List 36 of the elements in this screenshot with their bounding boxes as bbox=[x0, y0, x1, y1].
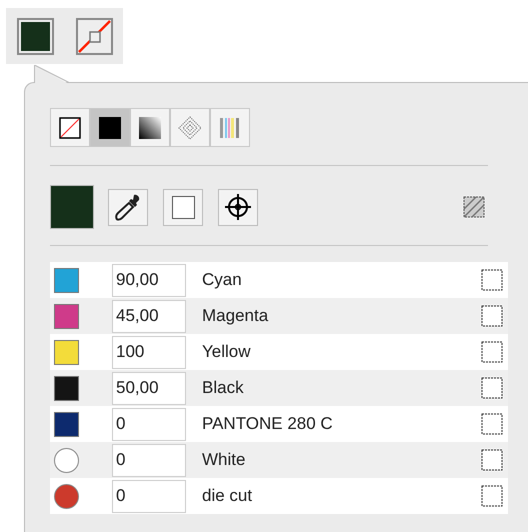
fill-type-tab[interactable] bbox=[130, 108, 170, 147]
overprint-checkbox[interactable] bbox=[480, 268, 504, 292]
tint-field[interactable]: 50,00 bbox=[112, 372, 186, 404]
tint-field[interactable]: 0 bbox=[112, 480, 186, 512]
tint-field[interactable]: 100 bbox=[112, 336, 186, 368]
current-color-swatch[interactable] bbox=[50, 185, 94, 229]
ink-name: Magenta bbox=[202, 305, 268, 328]
eyedropper-button[interactable] bbox=[108, 188, 148, 226]
ink-name: Black bbox=[202, 377, 244, 400]
gradient-fill-icon bbox=[138, 116, 162, 140]
fill-type-tab[interactable] bbox=[50, 108, 90, 147]
registration-button[interactable] bbox=[218, 188, 258, 226]
fill-color-button[interactable] bbox=[17, 18, 54, 54]
tint-field[interactable]: 90,00 bbox=[112, 264, 186, 296]
ink-name: Yellow bbox=[202, 341, 251, 364]
ink-name: die cut bbox=[202, 485, 252, 508]
overprint-checkbox[interactable] bbox=[480, 412, 504, 436]
solid-fill-icon bbox=[98, 116, 122, 140]
fill-type-tab[interactable] bbox=[90, 108, 130, 147]
ink-name: PANTONE 280 C bbox=[202, 413, 333, 436]
ink-name: Cyan bbox=[202, 269, 242, 292]
overprint-checkbox[interactable] bbox=[480, 448, 504, 472]
empty-square-button[interactable] bbox=[163, 188, 203, 226]
overprint-checkbox[interactable] bbox=[480, 484, 504, 508]
ink-name: White bbox=[202, 449, 246, 472]
pattern-fill-icon bbox=[178, 116, 202, 140]
tint-field[interactable]: 45,00 bbox=[112, 300, 186, 332]
hatched-square-icon[interactable] bbox=[462, 195, 486, 219]
no-fill-icon bbox=[58, 116, 82, 140]
tint-field[interactable]: 0 bbox=[112, 444, 186, 476]
stroke-none-button[interactable] bbox=[76, 18, 113, 54]
separations-icon bbox=[218, 116, 242, 140]
overprint-checkbox[interactable] bbox=[480, 340, 504, 364]
overprint-checkbox[interactable] bbox=[480, 376, 504, 400]
tint-field[interactable]: 0 bbox=[112, 408, 186, 440]
overprint-checkbox[interactable] bbox=[480, 304, 504, 328]
